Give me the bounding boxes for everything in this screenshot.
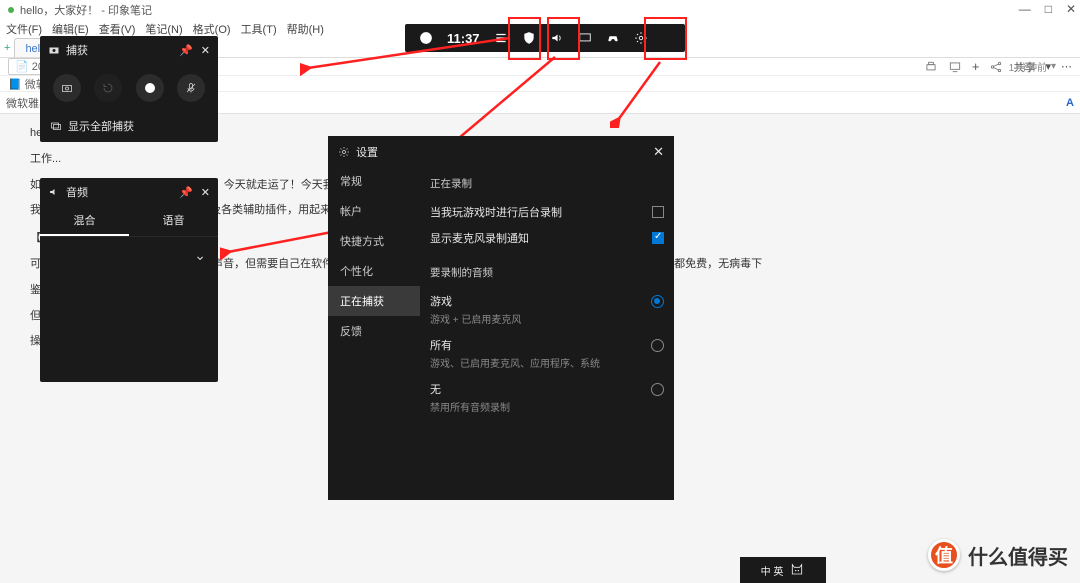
capture-panel: 捕获 📌 ✕ 显示全部捕获 xyxy=(40,36,218,142)
radio-game[interactable] xyxy=(651,295,664,308)
radio-game-sub: 游戏 + 已启用麦克风 xyxy=(430,311,664,326)
time-ago: 1 分钟前 ▾ xyxy=(1009,59,1056,74)
side-account[interactable]: 帐户 xyxy=(328,196,420,226)
present-icon[interactable] xyxy=(948,60,962,74)
menu-note[interactable]: 笔记(N) xyxy=(145,21,182,37)
mic-button[interactable] xyxy=(177,74,205,102)
annotation-box-2 xyxy=(547,17,580,60)
more-icon[interactable]: ⋯ xyxy=(1061,60,1072,73)
gallery-icon xyxy=(50,120,62,132)
menu-file[interactable]: 文件(F) xyxy=(6,21,42,37)
close-icon[interactable]: ✕ xyxy=(201,186,210,199)
xbox-icon[interactable] xyxy=(419,31,433,45)
audio-tab-voice[interactable]: 语音 xyxy=(129,206,218,236)
side-shortcut[interactable]: 快捷方式 xyxy=(328,226,420,256)
settings-panel: 设置 ✕ 常规 帐户 快捷方式 个性化 正在捕获 反馈 正在录制 当我玩游戏时进… xyxy=(328,136,674,500)
menu-view[interactable]: 查看(V) xyxy=(99,21,136,37)
gear-icon xyxy=(338,146,350,158)
app-dot-icon xyxy=(8,7,14,13)
side-feedback[interactable]: 反馈 xyxy=(328,316,420,346)
ime-widget[interactable]: 中 英 xyxy=(740,557,826,583)
watermark-text: 什么值得买 xyxy=(968,541,1068,570)
camera-icon xyxy=(48,44,60,56)
radio-none-sub: 禁用所有音频录制 xyxy=(430,399,664,414)
rewind-button[interactable] xyxy=(94,74,122,102)
show-all-captures[interactable]: 显示全部捕获 xyxy=(40,112,218,142)
print-icon[interactable] xyxy=(924,60,938,74)
close-icon[interactable]: ✕ xyxy=(653,144,664,160)
checkbox-mic-notify[interactable] xyxy=(652,232,664,244)
pin-icon[interactable]: 📌 xyxy=(179,186,193,199)
share-plus-icon[interactable]: + xyxy=(972,59,980,74)
section-audio-to-record: 要录制的音频 xyxy=(430,265,664,280)
controller-icon[interactable] xyxy=(606,31,620,45)
side-general[interactable]: 常规 xyxy=(328,166,420,196)
settings-title: 设置 xyxy=(356,144,378,160)
screenshot-button[interactable] xyxy=(53,74,81,102)
radio-none-label: 无 xyxy=(430,381,441,397)
watermark-badge: 值 xyxy=(928,539,960,571)
record-button[interactable] xyxy=(136,74,164,102)
xbox-game-bar: 11:37 xyxy=(405,24,685,52)
side-personalize[interactable]: 个性化 xyxy=(328,256,420,286)
menu-help[interactable]: 帮助(H) xyxy=(287,21,324,37)
radio-all[interactable] xyxy=(651,339,664,352)
minimize-button[interactable]: — xyxy=(1019,2,1031,16)
new-tab-plus[interactable]: + xyxy=(4,42,10,54)
menu-edit[interactable]: 编辑(E) xyxy=(52,21,89,37)
annotation-box-1 xyxy=(508,17,541,60)
window-title: hello，大家好！ - 印象笔记 xyxy=(20,2,152,18)
settings-sidebar: 常规 帐户 快捷方式 个性化 正在捕获 反馈 xyxy=(328,166,420,500)
audio-title: 音频 xyxy=(66,184,88,200)
menu-tools[interactable]: 工具(T) xyxy=(241,21,277,37)
side-capturing[interactable]: 正在捕获 xyxy=(328,286,420,316)
checkbox-bg-record[interactable] xyxy=(652,206,664,218)
chevron-down-icon[interactable]: ⌄ xyxy=(194,247,206,264)
cat-icon xyxy=(789,562,805,578)
close-button[interactable]: ✕ xyxy=(1066,2,1076,16)
radio-all-sub: 游戏、已启用麦克风、应用程序、系统 xyxy=(430,355,664,370)
audio-tab-mix[interactable]: 混合 xyxy=(40,206,129,236)
color-a-icon[interactable]: A xyxy=(1066,97,1074,109)
section-recording: 正在录制 xyxy=(430,176,664,191)
opt-mic-notify: 显示麦克风录制通知 xyxy=(430,230,529,246)
maximize-button[interactable]: □ xyxy=(1045,2,1052,16)
settings-main: 正在录制 当我玩游戏时进行后台录制 显示麦克风录制通知 要录制的音频 游戏 游戏… xyxy=(420,166,674,500)
speaker-icon xyxy=(48,186,60,198)
capture-title: 捕获 xyxy=(66,42,88,58)
annotation-box-3 xyxy=(644,17,687,60)
radio-none[interactable] xyxy=(651,383,664,396)
menu-icon[interactable] xyxy=(494,31,508,45)
radio-all-label: 所有 xyxy=(430,337,452,353)
share-icon[interactable] xyxy=(989,60,1003,74)
opt-bg-record: 当我玩游戏时进行后台录制 xyxy=(430,204,562,220)
menu-format[interactable]: 格式(O) xyxy=(193,21,231,37)
radio-game-label: 游戏 xyxy=(430,293,452,309)
xbox-time: 11:37 xyxy=(447,31,480,46)
watermark: 值 什么值得买 xyxy=(928,539,1068,571)
pin-icon[interactable]: 📌 xyxy=(179,44,193,57)
close-icon[interactable]: ✕ xyxy=(201,44,210,57)
audio-panel: 音频 📌 ✕ 混合 语音 ⌄ xyxy=(40,178,218,382)
